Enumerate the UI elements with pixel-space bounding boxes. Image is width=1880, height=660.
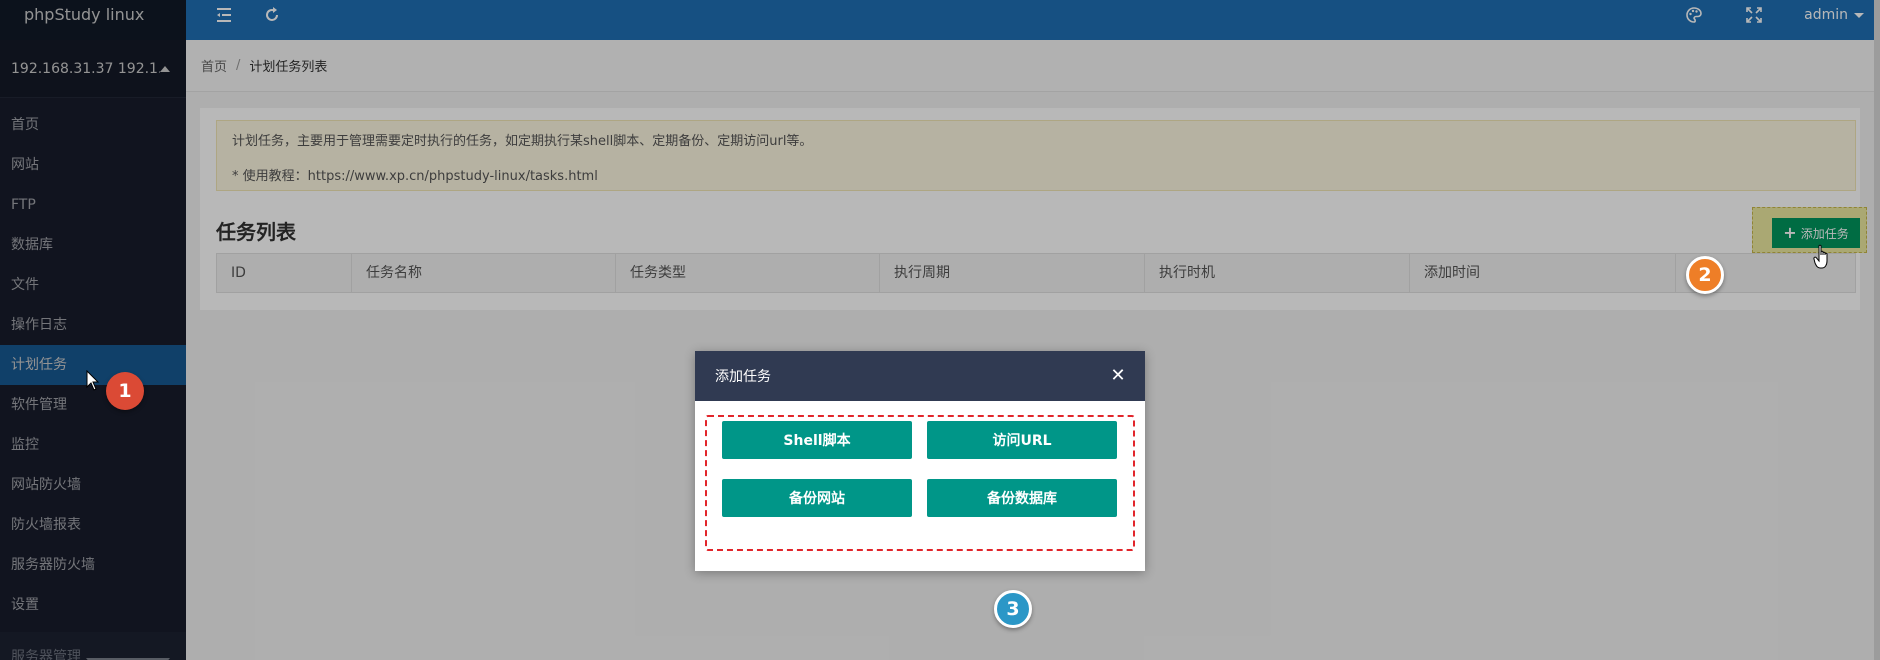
close-icon[interactable]: ✕ [1107,365,1129,387]
modal-header: 添加任务 ✕ [695,351,1145,401]
arrow-cursor-icon [86,370,100,391]
app-root: phpStudy linux 192.168.31.37 192.1... 首页… [0,0,1880,660]
shell-script-button[interactable]: Shell脚本 [722,421,912,459]
step-marker-2: 2 [1686,256,1724,294]
add-task-modal: 添加任务 ✕ Shell脚本 访问URL 备份网站 备份数据库 [695,351,1145,571]
step-marker-1: 1 [106,372,144,410]
step-marker-3: 3 [994,590,1032,628]
modal-title: 添加任务 [715,369,771,385]
backup-site-button[interactable]: 备份网站 [722,479,912,517]
visit-url-button[interactable]: 访问URL [927,421,1117,459]
backup-database-button[interactable]: 备份数据库 [927,479,1117,517]
hand-cursor-icon [1813,244,1828,269]
overlay-sidebar-tint [0,0,186,660]
